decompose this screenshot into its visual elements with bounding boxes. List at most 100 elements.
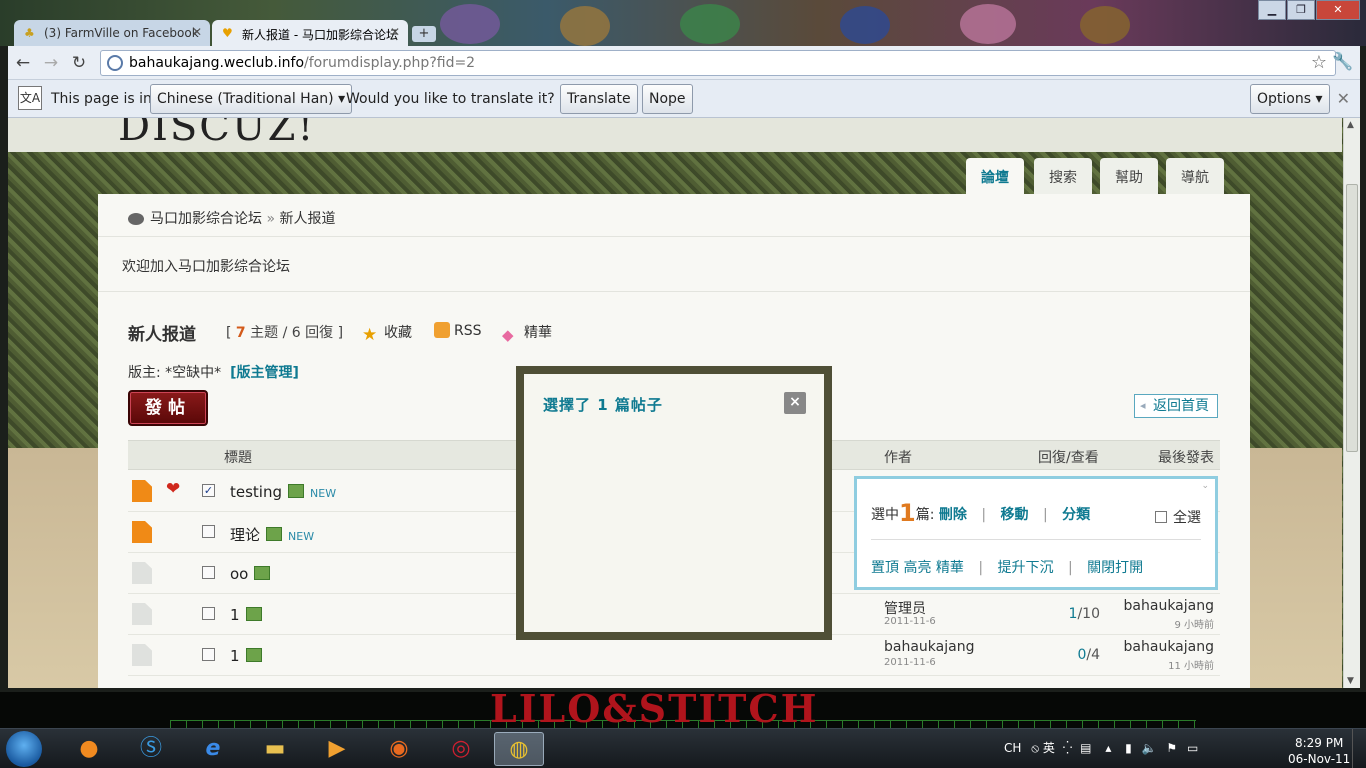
tab-navigation[interactable]: 導航 <box>1166 158 1224 194</box>
tab-label: (3) FarmVille on Facebook <box>44 26 199 40</box>
tab-search[interactable]: 搜索 <box>1034 158 1092 194</box>
options-button[interactable]: Options ▾ <box>1250 84 1330 114</box>
reload-icon[interactable]: ↻ <box>68 52 90 74</box>
internet-explorer-icon[interactable]: e <box>188 732 238 766</box>
collapse-icon[interactable]: ⌄ <box>1201 481 1209 491</box>
select-all[interactable]: 全選 <box>1155 507 1201 527</box>
scroll-up-icon[interactable]: ▲ <box>1347 120 1354 130</box>
image-attachment-icon <box>254 566 271 580</box>
header-replies-views: 回復/查看 <box>1038 450 1099 466</box>
firefox-icon[interactable]: ◉ <box>374 732 424 766</box>
back-arrow-icon[interactable]: ← <box>12 52 34 74</box>
last-poster[interactable]: bahaukajang <box>1124 598 1214 614</box>
moderation-panel: ⌄ 選中1篇: 刪除 | 移動 | 分類 全選 置頂 高亮 精華 | 提升下沉 <box>854 476 1218 590</box>
highlight-link[interactable]: 高亮 <box>903 560 931 576</box>
back-home-button[interactable]: 返回首頁 <box>1134 394 1218 418</box>
row-checkbox[interactable]: ✓ <box>202 484 215 497</box>
tab-close-icon[interactable]: ✕ <box>390 25 400 39</box>
close-open-link[interactable]: 關閉打開 <box>1087 560 1143 576</box>
tab-close-icon[interactable]: ✕ <box>192 25 202 39</box>
start-button[interactable] <box>6 731 42 767</box>
thread-icon <box>132 562 152 584</box>
last-poster[interactable]: bahaukajang <box>1124 639 1214 655</box>
volume-icon[interactable]: 🔈 <box>1142 741 1157 755</box>
action-center-icon[interactable]: ⚑ <box>1166 741 1177 755</box>
skype-icon[interactable]: Ⓢ <box>126 732 176 766</box>
thread-author[interactable]: 管理员 <box>884 598 926 618</box>
digest-link[interactable]: ◆ 精華 <box>502 322 552 343</box>
wrench-icon[interactable]: 🔧 <box>1332 52 1353 72</box>
breadcrumb-home[interactable]: 马口加影综合论坛 <box>150 211 262 227</box>
window-close-button[interactable]: ✕ <box>1316 0 1360 20</box>
language-select[interactable]: Chinese (Traditional Han) ▾ <box>150 84 353 114</box>
dialog-close-button[interactable]: × <box>784 392 806 414</box>
thread-icon <box>132 603 152 625</box>
moderator-manage-link[interactable]: [版主管理] <box>230 365 299 381</box>
forum-counts: [ 7 主题 / 6 回復 ] <box>226 325 344 341</box>
site-logo[interactable]: DISCUZ! <box>118 118 315 150</box>
maximize-button[interactable]: ❐ <box>1287 0 1315 20</box>
rss-link[interactable]: RSS <box>434 322 482 339</box>
ime-settings-icon[interactable]: ▤ <box>1080 741 1091 755</box>
minimize-button[interactable]: ▁ <box>1258 0 1286 20</box>
divider <box>98 291 1250 292</box>
new-tab-button[interactable]: + <box>412 26 436 42</box>
moderators: 版主: *空缺中* [版主管理] <box>128 362 299 382</box>
header-title: 標題 <box>224 450 252 466</box>
classify-link[interactable]: 分類 <box>1062 507 1090 523</box>
network-icon[interactable]: ▮ <box>1125 741 1132 755</box>
forward-arrow-icon[interactable]: → <box>40 52 62 74</box>
page-viewport: DISCUZ! 論壇 搜索 幫助 導航 马口加影综合论坛 » 新人报道 欢迎加入… <box>8 118 1360 688</box>
image-attachment-icon <box>245 607 262 621</box>
no-symbol-icon[interactable]: ⦸ <box>1031 741 1039 755</box>
thread-author[interactable]: bahaukajang <box>884 639 974 655</box>
tab-farmville[interactable]: ♣ (3) FarmVille on Facebook ✕ <box>14 20 210 46</box>
language-indicator[interactable]: CH <box>1004 741 1021 755</box>
ime-indicator[interactable]: 英 <box>1043 741 1055 755</box>
bump-link[interactable]: 提升下沉 <box>998 560 1054 576</box>
tab-forum[interactable]: ♥ 新人报道 - 马口加影综合论坛 ✕ <box>212 20 408 46</box>
thread-title[interactable]: 1 <box>230 647 262 665</box>
image-attachment-icon <box>245 648 262 662</box>
last-post-time[interactable]: 9 小時前 <box>1174 616 1214 631</box>
chrome-icon[interactable]: ◍ <box>494 732 544 766</box>
quicktime-icon[interactable]: ◎ <box>436 732 486 766</box>
bookmark-star-icon[interactable]: ☆ <box>1311 52 1327 73</box>
row-checkbox[interactable] <box>202 648 215 661</box>
row-checkbox[interactable] <box>202 525 215 538</box>
row-checkbox[interactable] <box>202 566 215 579</box>
delete-link[interactable]: 刪除 <box>939 507 967 523</box>
thread-title[interactable]: 理论 NEW <box>230 524 314 545</box>
display-icon[interactable]: ▭ <box>1187 741 1198 755</box>
infobar-close-icon[interactable]: ✕ <box>1337 89 1350 108</box>
folder-icon[interactable]: ▬ <box>250 732 300 766</box>
scroll-thumb[interactable] <box>1346 184 1358 452</box>
new-post-button[interactable]: 發帖 <box>128 390 208 426</box>
digest-action-link[interactable]: 精華 <box>936 560 964 576</box>
punctuation-icon[interactable]: ⁛ <box>1063 741 1073 755</box>
thread-title[interactable]: 1 <box>230 606 262 624</box>
scroll-down-icon[interactable]: ▼ <box>1347 676 1354 686</box>
translate-question: Would you like to translate it? <box>346 91 555 107</box>
media-player-icon[interactable]: ▶ <box>312 732 362 766</box>
move-link[interactable]: 移動 <box>1001 507 1029 523</box>
sticky-link[interactable]: 置頂 <box>871 560 899 576</box>
thread-title[interactable]: oo <box>230 565 271 583</box>
monkey-app-icon[interactable]: ● <box>64 732 114 766</box>
show-hidden-icons[interactable]: ▴ <box>1105 741 1111 755</box>
weclub-icon: ♥ <box>222 26 233 40</box>
row-checkbox[interactable] <box>202 607 215 620</box>
show-desktop-button[interactable] <box>1352 729 1366 768</box>
last-post-time[interactable]: 11 小時前 <box>1168 657 1214 672</box>
select-all-checkbox[interactable] <box>1155 511 1167 523</box>
clock[interactable]: 8:29 PM 06-Nov-11 <box>1288 735 1350 767</box>
wallpaper-logo: LILO&STITCH <box>490 692 819 728</box>
nope-button[interactable]: Nope <box>642 84 693 114</box>
tab-forum-home[interactable]: 論壇 <box>966 158 1024 194</box>
tab-help[interactable]: 幫助 <box>1100 158 1158 194</box>
page-scrollbar[interactable]: ▲ ▼ <box>1343 118 1360 688</box>
address-bar[interactable]: bahaukajang.weclub.info/forumdisplay.php… <box>100 50 1336 76</box>
translate-button[interactable]: Translate <box>560 84 638 114</box>
favorite-link[interactable]: ★ 收藏 <box>362 322 412 344</box>
thread-title[interactable]: testing NEW <box>230 483 336 501</box>
